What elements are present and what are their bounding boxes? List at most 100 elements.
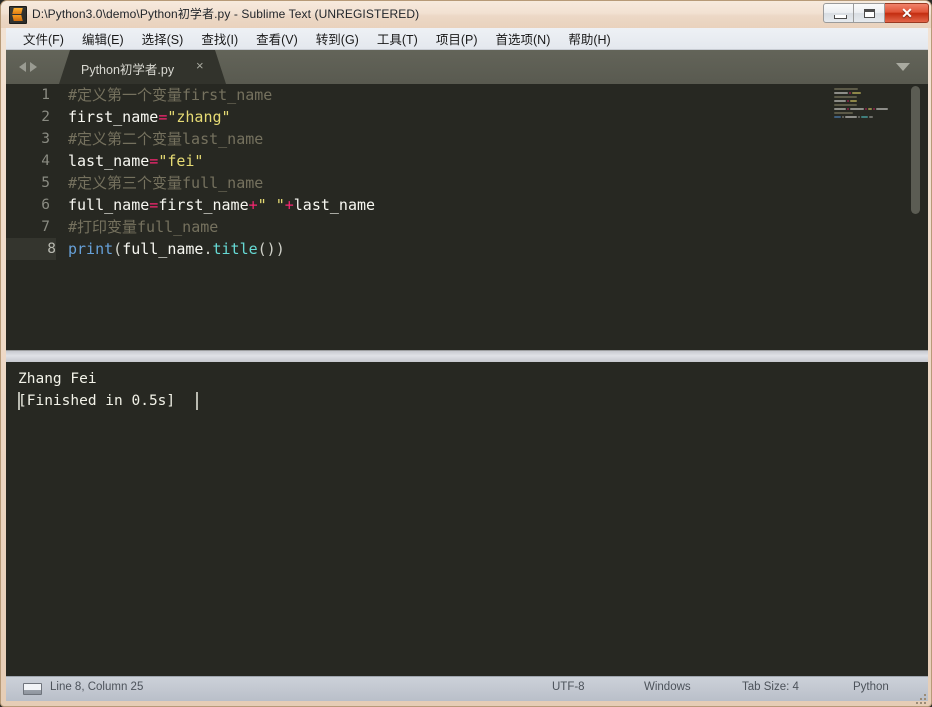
minimize-icon (834, 15, 847, 19)
sublime-text-workspace: Python初学者.py × 1 2 3 4 5 6 7 8 #定义第一个变量f… (6, 50, 928, 701)
minimap-line (834, 108, 847, 110)
code-line: first_name="zhang" (68, 106, 231, 128)
tab-label: Python初学者.py (81, 63, 175, 77)
minimap-line (834, 112, 853, 114)
minimap-line (872, 108, 875, 110)
code-token-op: = (149, 152, 159, 170)
cursor-position-status: Line 8, Column 25 (50, 681, 144, 693)
console-panel-icon[interactable] (23, 683, 42, 695)
tab-size-status[interactable]: Tab Size: 4 (742, 681, 799, 693)
window-title: D:\Python3.0\demo\Python初学者.py - Sublime… (32, 7, 420, 21)
minimap-line (834, 96, 857, 98)
code-line: last_name="fei" (68, 150, 203, 172)
minimap[interactable] (832, 86, 902, 126)
build-output-console[interactable]: Zhang Fei [Finished in 0.5s] (6, 362, 928, 675)
code-token-comment: #定义第一个变量first_name (68, 86, 273, 104)
code-editor[interactable]: 1 2 3 4 5 6 7 8 #定义第一个变量first_name first… (6, 84, 928, 350)
encoding-status[interactable]: UTF-8 (552, 681, 585, 693)
minimap-line (875, 108, 888, 110)
code-token-string: "zhang" (167, 108, 231, 126)
minimap-line (860, 116, 868, 118)
code-token-plain: full_name (122, 240, 204, 258)
line-number: 2 (41, 109, 50, 125)
editor-scrollbar-thumb[interactable] (911, 86, 920, 214)
line-endings-status[interactable]: Windows (644, 681, 691, 693)
minimap-line (868, 116, 873, 118)
line-number: 6 (41, 197, 50, 213)
code-line: #定义第三个变量full_name (68, 172, 263, 194)
chevron-down-icon[interactable] (896, 63, 910, 71)
code-token-string: " " (257, 196, 285, 214)
line-number-active: 8 (6, 238, 56, 260)
maximize-icon (864, 9, 875, 18)
application-window: D:\Python3.0\demo\Python初学者.py - Sublime… (0, 0, 932, 707)
menu-bar: 文件(F) 编辑(E) 选择(S) 查找(I) 查看(V) 转到(G) 工具(T… (6, 28, 928, 50)
minimap-line (851, 92, 861, 94)
tab-bar: Python初学者.py × (6, 50, 928, 84)
close-button[interactable]: ✕ (885, 3, 929, 23)
menu-item-tools[interactable]: 工具(T) (368, 27, 427, 51)
minimap-line (841, 116, 844, 118)
minimap-line (834, 88, 859, 90)
menu-item-selection[interactable]: 选择(S) (133, 27, 193, 51)
minimap-line (834, 104, 857, 106)
minimap-line (844, 116, 857, 118)
code-text-area[interactable]: #定义第一个变量first_name first_name="zhang" #定… (58, 84, 908, 350)
menu-item-project[interactable]: 项目(P) (427, 27, 487, 51)
code-token-comment: #打印变量full_name (68, 218, 219, 236)
status-bar: Line 8, Column 25 UTF-8 Windows Tab Size… (6, 676, 928, 701)
code-token-string: "fei" (158, 152, 204, 170)
code-token-punc: . (203, 240, 213, 258)
minimap-line (848, 92, 851, 94)
menu-item-find[interactable]: 查找(I) (192, 27, 247, 51)
code-token-op: + (284, 196, 294, 214)
title-bar[interactable]: D:\Python3.0\demo\Python初学者.py - Sublime… (1, 1, 931, 28)
code-line: print(full_name.title()) (68, 238, 285, 260)
triangle-left-icon[interactable] (19, 62, 26, 72)
code-token-plain: first_name (68, 108, 159, 126)
line-number: 5 (41, 175, 50, 191)
menu-item-goto[interactable]: 转到(G) (307, 27, 368, 51)
code-token-method: title (212, 240, 258, 258)
code-token-plain: full_name (68, 196, 150, 214)
syntax-status[interactable]: Python (853, 681, 889, 693)
line-number: 1 (41, 87, 50, 103)
minimap-line (850, 100, 857, 102)
maximize-button[interactable] (854, 3, 885, 23)
code-token-op: + (248, 196, 258, 214)
minimap-line (847, 100, 850, 102)
menu-item-edit[interactable]: 编辑(E) (73, 27, 133, 51)
menu-item-preferences[interactable]: 首选项(N) (487, 27, 560, 51)
minimap-line (857, 116, 860, 118)
sublime-text-icon (9, 6, 27, 24)
menu-item-view[interactable]: 查看(V) (247, 27, 307, 51)
console-line: [Finished in 0.5s] (18, 390, 928, 412)
code-token-plain: first_name (158, 196, 249, 214)
code-token-comment: #定义第三个变量full_name (68, 174, 264, 192)
tab-nav-arrows[interactable] (19, 60, 49, 74)
menu-item-help[interactable]: 帮助(H) (559, 27, 619, 51)
minimize-button[interactable] (823, 3, 854, 23)
code-token-op: = (158, 108, 168, 126)
code-line: #定义第二个变量last_name (68, 128, 263, 150)
code-token-punc: ()) (257, 240, 285, 258)
tab-close-icon[interactable]: × (196, 58, 204, 73)
line-number: 3 (41, 131, 50, 147)
code-line: #打印变量full_name (68, 216, 218, 238)
code-token-fn: print (68, 240, 114, 258)
line-number: 4 (41, 153, 50, 169)
triangle-right-icon[interactable] (30, 62, 37, 72)
code-token-op: = (149, 196, 159, 214)
line-number-gutter: 1 2 3 4 5 6 7 8 (6, 84, 56, 350)
code-token-comment: #定义第二个变量last_name (68, 130, 264, 148)
line-number: 7 (41, 219, 50, 235)
code-token-plain: last_name (293, 196, 376, 214)
code-token-plain: last_name (68, 152, 150, 170)
minimap-line (864, 108, 867, 110)
menu-item-file[interactable]: 文件(F) (14, 27, 73, 51)
resize-grip-icon[interactable] (916, 692, 928, 704)
close-icon: ✕ (901, 5, 913, 21)
minimap-line (867, 108, 872, 110)
minimap-line (847, 108, 850, 110)
minimap-line (834, 116, 841, 118)
